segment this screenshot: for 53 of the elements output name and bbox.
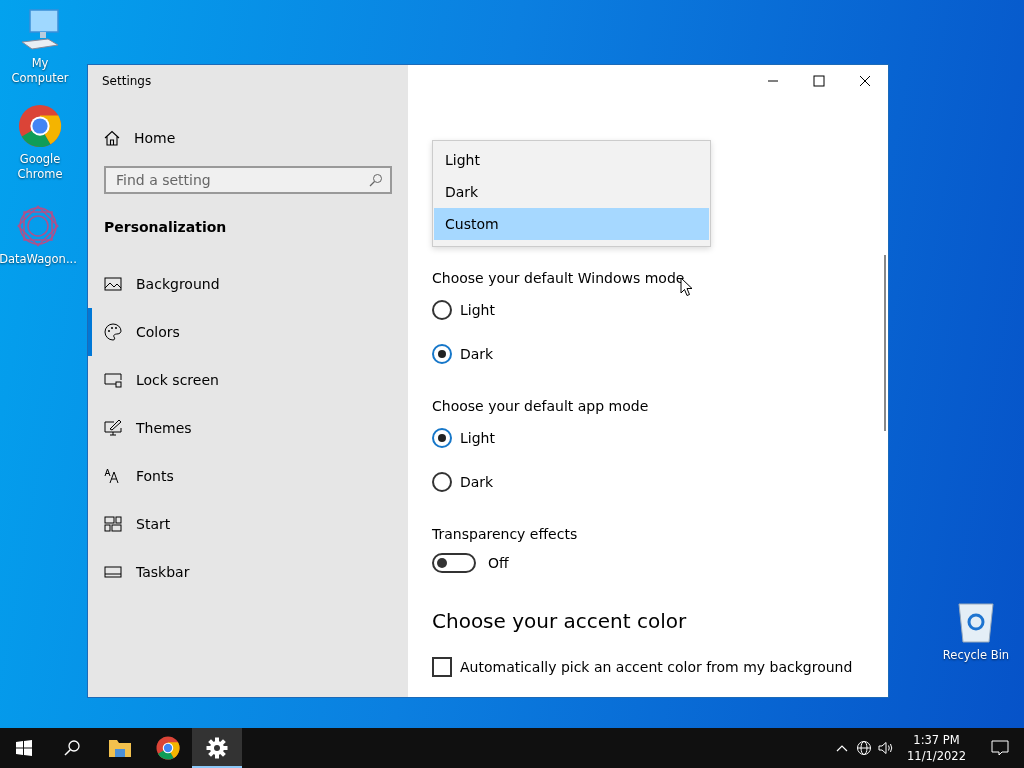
checkbox-option[interactable]: Automatically pick an accent color from my background [432,657,853,677]
setting-label: Choose your default Windows mode [432,270,685,286]
setting-label: Choose your default app mode [432,398,649,414]
radio-label: Dark [460,474,494,490]
nav-item[interactable]: Colors [88,308,408,356]
dropdown-option[interactable]: Light [434,144,709,176]
dropdown-option[interactable]: Custom [434,208,709,240]
image-icon [104,275,122,293]
chrome-icon [18,104,62,148]
nav-item[interactable]: Themes [88,404,408,452]
taskbar-app[interactable] [192,728,242,768]
windows-logo-icon [16,740,32,756]
start-icon [104,515,122,533]
setting-label: Transparency effects [432,526,578,542]
section-heading: Choose your accent color [432,609,687,633]
search-icon [369,173,383,187]
folder-icon [108,737,132,759]
close-icon [859,75,871,87]
palette-icon [104,323,122,341]
nav-item[interactable]: Taskbar [88,548,408,596]
toggle-switch[interactable] [432,553,476,573]
toggle-state: Off [488,555,509,571]
radio-button[interactable]: Dark [432,344,494,364]
radio-button[interactable]: Light [432,300,495,320]
checkbox-label: Automatically pick an accent color from my background [460,659,853,675]
lock-icon [104,371,122,389]
nav-item[interactable]: Fonts [88,452,408,500]
section-title: Personalization [104,219,227,235]
window-title: Settings [101,73,153,88]
nav-item[interactable]: Start [88,500,408,548]
taskbar-icon [104,563,122,581]
radio-button[interactable]: Light [432,428,495,448]
settings-icon [206,737,228,759]
scrollbar[interactable] [884,255,886,431]
home-icon [104,130,120,146]
search-field[interactable]: Find a setting [104,166,392,194]
recycle-bin-icon [956,600,996,644]
nav-item[interactable]: Background [88,260,408,308]
fonts-icon [104,467,122,485]
nav-item[interactable]: Lock screen [88,356,408,404]
dropdown-option[interactable]: Dark [434,176,709,208]
desktop-icon-label[interactable]: Recycle Bin [942,648,1010,663]
radio-button[interactable]: Dark [432,472,494,492]
search-icon [64,740,80,756]
mandala-icon [16,204,60,248]
radio-label: Dark [460,346,494,362]
maximize-icon [813,75,825,87]
themes-icon [104,419,122,437]
clock[interactable]: 1:37 PM 11/1/2022 [897,732,976,764]
radio-label: Light [460,430,495,446]
home-link[interactable]: Home [104,126,176,150]
chrome-icon [156,736,180,760]
radio-label: Light [460,302,495,318]
